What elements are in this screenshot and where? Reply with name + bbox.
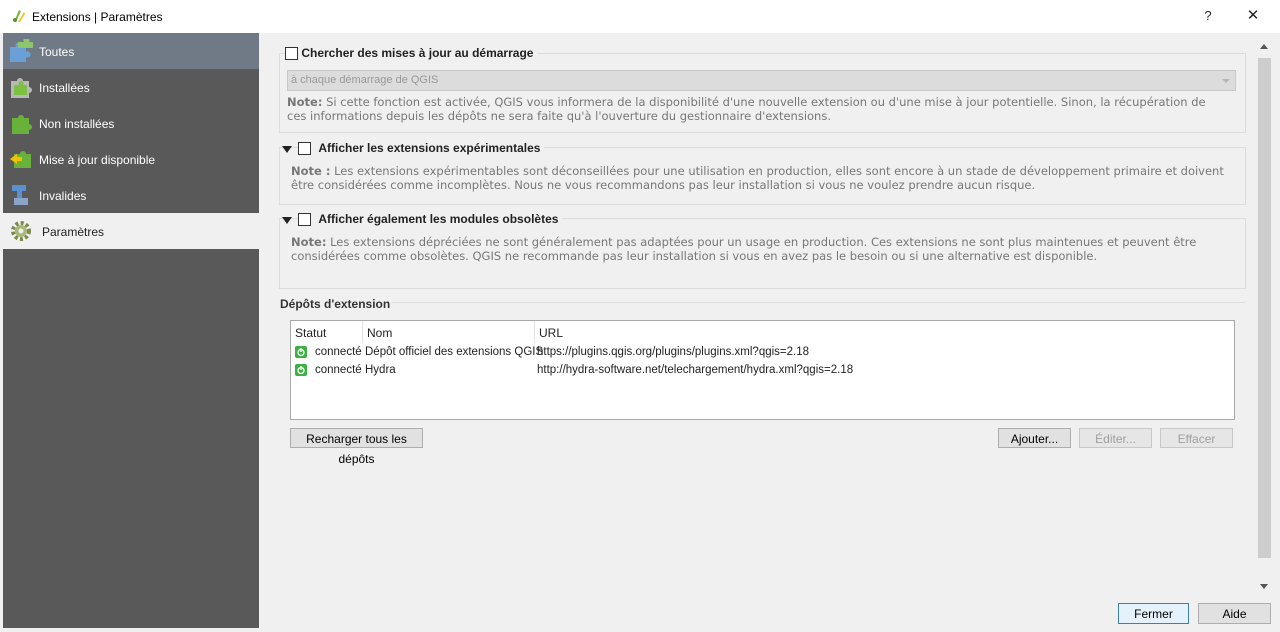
sidebar-item-label: Toutes: [39, 45, 75, 59]
puzzle-green-icon: [12, 115, 32, 134]
window-title: Extensions | Paramètres: [32, 10, 163, 24]
check-updates-note: Note: Si cette fonction est activée, QGI…: [287, 95, 1227, 123]
sidebar-item-label: Non installées: [39, 117, 115, 131]
table-row[interactable]: connecté Hydra http://hydra-software.net…: [291, 361, 1234, 379]
status-connected-icon: [295, 364, 307, 376]
repo-url: https://plugins.qgis.org/plugins/plugins…: [537, 346, 810, 358]
sidebar-item-invalid[interactable]: Invalides: [3, 177, 259, 213]
repo-status: connecté: [315, 364, 362, 376]
note-label: Note:: [287, 95, 323, 109]
close-button[interactable]: Fermer: [1118, 603, 1189, 624]
column-header-name[interactable]: Nom: [363, 321, 535, 343]
check-updates-title: Chercher des mises à jour au démarrage: [285, 46, 538, 61]
puzzle-all-icon: [10, 39, 33, 62]
section-divider: [392, 302, 1245, 303]
repo-url: http://hydra-software.net/telechargement…: [537, 364, 854, 376]
experimental-note: Note : Les extensions expérimentables so…: [291, 164, 1231, 192]
update-frequency-value: à chaque démarrage de QGIS: [291, 74, 439, 86]
note-text: Les extensions dépréciées ne sont généra…: [291, 235, 1197, 263]
experimental-label: Afficher les extensions expérimentales: [318, 141, 541, 155]
check-updates-label: Chercher des mises à jour au démarrage: [301, 46, 534, 60]
repo-name: Dépôt officiel des extensions QGIS: [365, 346, 544, 358]
repo-name: Hydra: [365, 364, 396, 376]
close-icon[interactable]: ✕: [1243, 6, 1263, 24]
reload-repositories-button[interactable]: Recharger tous les dépôts: [290, 428, 423, 466]
collapse-triangle-icon[interactable]: [282, 217, 292, 224]
sidebar-item-settings[interactable]: Paramètres: [3, 213, 259, 249]
deprecated-note: Note: Les extensions dépréciées ne sont …: [291, 235, 1231, 263]
experimental-title: Afficher les extensions expérimentales: [298, 141, 545, 156]
qgis-logo-icon: [13, 10, 25, 22]
update-frequency-select[interactable]: à chaque démarrage de QGIS: [287, 70, 1236, 91]
deprecated-title: Afficher également les modules obsolètes: [298, 212, 563, 227]
chevron-down-icon: [1222, 79, 1230, 83]
table-row[interactable]: connecté Dépôt officiel des extensions Q…: [291, 343, 1234, 361]
experimental-checkbox[interactable]: [298, 142, 311, 156]
column-header-url[interactable]: URL: [535, 321, 1234, 343]
collapse-triangle-icon[interactable]: [282, 146, 292, 153]
sidebar-item-upgradeable[interactable]: Mise à jour disponible: [3, 141, 259, 177]
deprecated-label: Afficher également les modules obsolètes: [318, 212, 559, 226]
scroll-thumb[interactable]: [1258, 58, 1271, 558]
sidebar-item-installed[interactable]: Installées: [3, 69, 259, 105]
sidebar: Toutes Installées Non installées Mise à …: [3, 33, 259, 628]
note-label: Note :: [291, 164, 331, 178]
check-updates-checkbox[interactable]: [285, 47, 298, 61]
vertical-scrollbar[interactable]: [1256, 40, 1273, 596]
deprecated-checkbox[interactable]: [298, 213, 311, 227]
sidebar-item-not-installed[interactable]: Non installées: [3, 105, 259, 141]
repositories-table[interactable]: Statut Nom URL connecté Dépôt officiel d…: [290, 320, 1235, 420]
add-repository-button[interactable]: Ajouter...: [998, 428, 1071, 448]
gear-icon: [11, 221, 31, 241]
delete-repository-button[interactable]: Effacer: [1160, 428, 1233, 448]
repositories-title: Dépôts d'extension: [280, 297, 391, 311]
note-label: Note:: [291, 235, 327, 249]
repo-status: connecté: [315, 346, 362, 358]
scroll-up-icon[interactable]: [1260, 44, 1268, 49]
sidebar-item-all[interactable]: Toutes: [3, 33, 259, 69]
note-text: Les extensions expérimentables sont déco…: [291, 164, 1224, 192]
puzzle-installed-icon: [11, 78, 32, 98]
help-button[interactable]: Aide: [1198, 603, 1271, 624]
sidebar-item-label: Paramètres: [42, 225, 105, 239]
column-header-status[interactable]: Statut: [291, 321, 363, 343]
puzzle-invalid-icon: [12, 185, 28, 205]
title-bar: Extensions | Paramètres ? ✕: [0, 0, 1280, 33]
sidebar-item-label: Installées: [39, 81, 90, 95]
scroll-down-icon[interactable]: [1260, 584, 1268, 589]
status-connected-icon: [295, 346, 307, 358]
puzzle-update-icon: [10, 151, 31, 168]
help-icon[interactable]: ?: [1200, 8, 1216, 23]
note-text: Si cette fonction est activée, QGIS vous…: [287, 95, 1206, 123]
edit-repository-button[interactable]: Éditer...: [1079, 428, 1152, 448]
sidebar-item-label: Mise à jour disponible: [39, 153, 156, 167]
sidebar-item-label: Invalides: [39, 189, 87, 203]
